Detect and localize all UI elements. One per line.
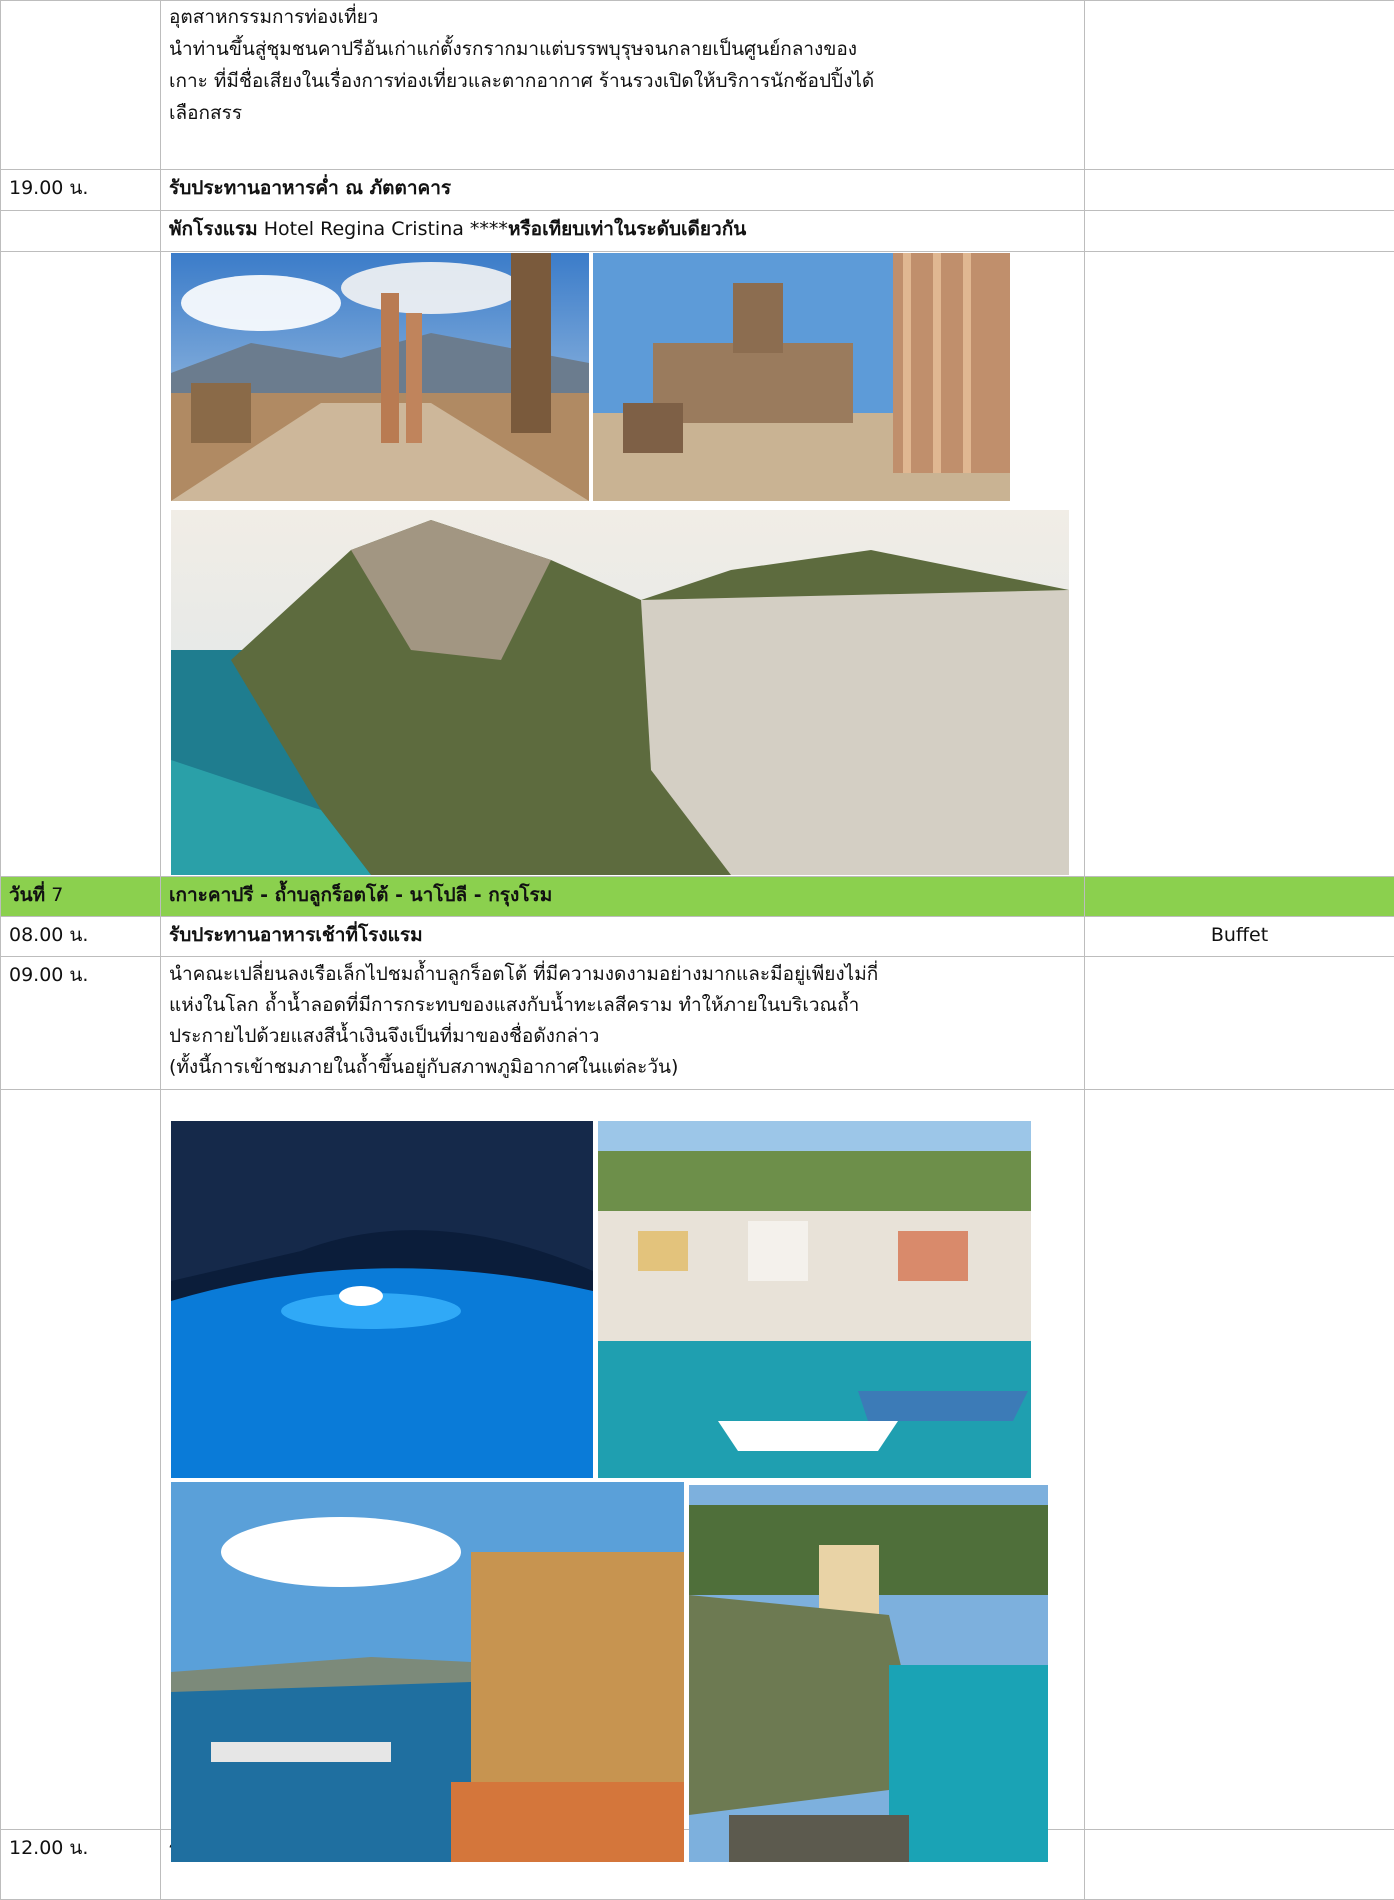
hotel-prefix: พักโรงแรม [169,218,258,240]
photo-pompeii-forum [171,253,589,501]
meal-cell [1085,1830,1394,1900]
hotel-suffix: หรือเทียบเท่าในระดับเดียวกัน [508,218,746,240]
time-cell [1,1090,161,1830]
boat-row: 09.00 น. นำคณะเปลี่ยนลงเรือเล็กไปชมถ้ำบล… [1,957,1394,1090]
meal-cell [1085,211,1394,252]
boat-line-3: ประกายไปด้วยแสงสีน้ำเงินจึงเป็นที่มาของช… [169,1021,1076,1052]
day-word: วันที่ [9,884,45,906]
desc-cell: อุตสาหกรรมการท่องเที่ยว นำท่านขึ้นสู่ชุม… [161,1,1085,170]
meal-cell [1085,1090,1394,1830]
photo-sorrento-cliffs [171,1482,684,1862]
intro-line-1: อุตสาหกรรมการท่องเที่ยว [169,1,1076,33]
meal-cell [1085,252,1394,877]
dinner-row: 19.00 น. รับประทานอาหารค่ำ ณ ภัตตาคาร [1,170,1394,211]
breakfast-text: รับประทานอาหารเช้าที่โรงแรม [161,917,1085,957]
intro-line-3: เกาะ ที่มีชื่อเสียงในเรื่องการท่องเที่ยว… [169,65,1076,97]
lunch-time: 12.00 น. [1,1830,161,1900]
time-cell [1,1,161,170]
time-cell [1,211,161,252]
day-empty [1085,877,1394,917]
boat-desc: นำคณะเปลี่ยนลงเรือเล็กไปชมถ้ำบลูกร็อตโต้… [161,957,1085,1090]
time-cell [1,252,161,877]
breakfast-time: 08.00 น. [1,917,161,957]
meal-cell [1085,170,1394,211]
hotel-text: พักโรงแรม Hotel Regina Cristina ****หรือ… [161,211,1085,252]
intro-line-4: เลือกสรร [169,97,1076,129]
photo-pompeii-basilica [593,253,1010,501]
hotel-name: Hotel Regina Cristina **** [264,218,508,240]
day-number: 7 [51,884,63,906]
day-label: วันที่ 7 [1,877,161,917]
photo-capri-aerial [171,510,1069,875]
dinner-text: รับประทานอาหารค่ำ ณ ภัตตาคาร [161,170,1085,211]
photo-capri-harbour [598,1121,1031,1478]
meal-cell [1085,1,1394,170]
photo-sorrento-villa [689,1485,1048,1862]
breakfast-meal: Buffet [1085,917,1394,957]
photo-blue-grotto [171,1121,593,1478]
breakfast-row: 08.00 น. รับประทานอาหารเช้าที่โรงแรม Buf… [1,917,1394,957]
boat-line-2: แห่งในโลก ถ้ำน้ำลอดที่มีการกระทบของแสงกั… [169,990,1076,1021]
day-title: เกาะคาปรี - ถ้ำบลูกร็อตโต้ - นาโปลี - กร… [161,877,1085,917]
intro-row: อุตสาหกรรมการท่องเที่ยว นำท่านขึ้นสู่ชุม… [1,1,1394,170]
boat-time: 09.00 น. [1,957,161,1090]
boat-line-4: (ทั้งนี้การเข้าชมภายในถ้ำขึ้นอยู่กับสภาพ… [169,1052,1076,1083]
day-7-header: วันที่ 7 เกาะคาปรี - ถ้ำบลูกร็อตโต้ - นา… [1,877,1394,917]
boat-line-1: นำคณะเปลี่ยนลงเรือเล็กไปชมถ้ำบลูกร็อตโต้… [169,959,1076,990]
meal-cell [1085,957,1394,1090]
dinner-time: 19.00 น. [1,170,161,211]
intro-line-2: นำท่านขึ้นสู่ชุมชนคาปรีอันเก่าแก่ตั้งรกร… [169,33,1076,65]
hotel-row: พักโรงแรม Hotel Regina Cristina ****หรือ… [1,211,1394,252]
